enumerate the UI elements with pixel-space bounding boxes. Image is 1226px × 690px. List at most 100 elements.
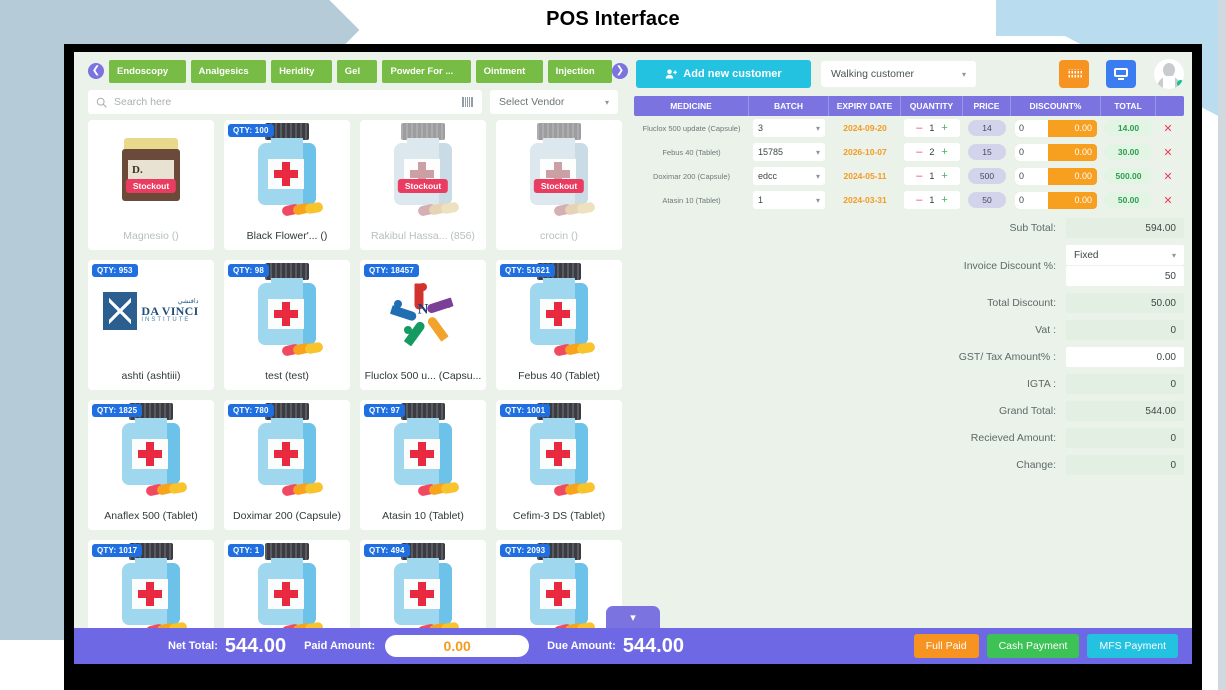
cart-medicine-name: Atasin 10 (Tablet) [662,195,721,205]
column-header-discount: DISCOUNT% [1011,96,1101,116]
cart-discount-field[interactable]: 0 0.00 [1015,191,1097,209]
cart-batch-value: 3 [758,123,764,133]
cart-expiry-date: 2024-03-31 [843,195,887,205]
igta-value: 0 [1066,374,1184,394]
invoice-discount-input[interactable]: 50 [1066,266,1184,286]
quantity-increment-button[interactable]: + [941,194,947,206]
cart-discount-field[interactable]: 0 0.00 [1015,167,1097,185]
product-bottle-image [112,543,190,639]
cash-payment-button[interactable]: Cash Payment [986,634,1080,658]
product-image-area: QTY: 51621 [496,260,622,362]
category-tab-ointment[interactable]: Ointment [475,59,543,83]
cart-batch-select[interactable]: edcc ▾ [753,167,825,185]
cart-batch-value: 15785 [758,147,784,157]
cart-discount-input[interactable]: 0 [1015,143,1048,161]
cart-batch-select[interactable]: 15785 ▾ [753,143,825,161]
cart-discount-field[interactable]: 0 0.00 [1015,119,1097,137]
cart-quantity-value: 1 [929,123,935,133]
product-card[interactable]: QTY: 780 Doximar 200 (Capsule) [224,400,350,530]
category-tab-bar: ❮ Endoscopy Analgesics Heridity Gel Powd… [74,58,630,84]
cart-discount-input[interactable]: 0 [1015,191,1048,209]
product-card[interactable]: QTY: 1001 Cefim-3 DS (Tablet) [496,400,622,530]
cart-row-delete-button[interactable]: ✕ [1156,146,1180,159]
cart-quantity-stepper[interactable]: –2 + [904,143,960,161]
product-card[interactable]: Stockout Rakibul Hassa... (856) [360,120,486,250]
product-card[interactable]: QTY: 953 دافنشي DA VINCI INSTITUTE ashti (as… [88,260,214,390]
category-tab-analgesics[interactable]: Analgesics [190,59,267,83]
search-input[interactable] [114,96,455,108]
column-header-quantity: QUANTITY [901,96,963,116]
category-tab-gel[interactable]: Gel [336,59,378,83]
product-card[interactable]: D. Stockout Magnesio () [88,120,214,250]
product-name: Febus 40 (Tablet) [518,370,600,382]
stockout-badge: Stockout [125,179,177,194]
product-qty-badge: QTY: 1 [228,544,265,557]
category-tab-endoscopy[interactable]: Endoscopy [109,59,186,83]
quantity-increment-button[interactable]: + [941,170,947,182]
cart-batch-select[interactable]: 3 ▾ [753,119,825,137]
mfs-payment-button[interactable]: MFS Payment [1087,634,1178,658]
products-pane: ❮ Endoscopy Analgesics Heridity Gel Powd… [74,52,630,664]
barcode-icon[interactable] [462,97,474,107]
add-new-customer-button[interactable]: Add new customer [636,60,811,88]
quantity-decrement-button[interactable]: – [916,170,922,182]
gst-input[interactable]: 0.00 [1066,347,1184,367]
category-tab-powder-for[interactable]: Powder For ... [382,59,471,83]
cart-quantity-stepper[interactable]: –1 + [904,191,960,209]
quantity-increment-button[interactable]: + [941,146,947,158]
keyboard-button[interactable] [1059,60,1089,88]
avatar[interactable] [1154,59,1184,89]
display-button[interactable] [1106,60,1136,88]
search-box[interactable] [88,90,482,114]
cart-row-delete-button[interactable]: ✕ [1156,122,1180,135]
cart-discount-input[interactable]: 0 [1015,167,1048,185]
category-tab-heridity[interactable]: Heridity [271,59,332,83]
product-card[interactable]: QTY: 100 Black Flower'... () [224,120,350,250]
product-card[interactable]: QTY: 1825 Anaflex 500 (Tablet) [88,400,214,530]
full-paid-button[interactable]: Full Paid [913,634,979,658]
vendor-select[interactable]: Select Vendor ▾ [490,90,618,114]
category-tab-injection[interactable]: Injection [547,59,613,83]
product-image-area: QTY: 18457 N [360,260,486,362]
paid-amount-input[interactable]: 0.00 [385,635,530,657]
product-qty-badge: QTY: 98 [228,264,270,277]
quantity-decrement-button[interactable]: – [916,194,922,206]
cart-quantity-stepper[interactable]: –1 + [904,167,960,185]
category-next-button[interactable]: ❯ [612,63,628,79]
sub-total-label: Sub Total: [1009,222,1056,234]
product-card[interactable]: QTY: 98 test (test) [224,260,350,390]
column-header-medicine: MEDICINE [634,96,749,116]
cart-row-delete-button[interactable]: ✕ [1156,194,1180,207]
category-prev-button[interactable]: ❮ [88,63,104,79]
cart-table-header: MEDICINE BATCH EXPIRY DATE QUANTITY PRIC… [634,96,1184,116]
quantity-increment-button[interactable]: + [941,122,947,134]
quantity-decrement-button[interactable]: – [916,122,922,134]
product-card[interactable]: QTY: 97 Atasin 10 (Tablet) [360,400,486,530]
cart-discount-field[interactable]: 0 0.00 [1015,143,1097,161]
cart-quantity-stepper[interactable]: –1 + [904,119,960,137]
customer-select[interactable]: Walking customer ▾ [821,61,976,87]
collapse-toggle-button[interactable]: ▾ [606,606,660,628]
cart-row: Atasin 10 (Tablet) 1 ▾ 2024-03-31–1 +50 0 0.00… [634,188,1184,212]
change-value: 0 [1066,455,1184,475]
invoice-discount-row: Invoice Discount %: Fixed ▾ 50 [854,245,1184,286]
product-logo-image: دافنشي DA VINCI INSTITUTE [103,276,199,346]
chevron-down-icon: ▾ [815,147,820,157]
cart-discount-input[interactable]: 0 [1015,119,1048,137]
product-card[interactable]: QTY: 18457 N Fluclox 500 u... (Capsu... [360,260,486,390]
product-name: Anaflex 500 (Tablet) [104,510,198,522]
product-qty-badge: QTY: 97 [364,404,406,417]
product-grid-scroll[interactable]: D. Stockout Magnesio () QTY: 100 Black Flowe… [88,120,622,664]
product-card[interactable]: Stockout crocin () [496,120,622,250]
sub-total-value: 594.00 [1066,218,1184,238]
quantity-decrement-button[interactable]: – [916,146,922,158]
grand-total-label: Grand Total: [998,405,1056,417]
chevron-down-icon: ▾ [961,69,966,79]
product-name: Atasin 10 (Tablet) [382,510,464,522]
due-amount-label: Due Amount: [547,640,616,652]
cart-expiry-date: 2024-09-20 [843,123,887,133]
cart-row-delete-button[interactable]: ✕ [1156,170,1180,183]
cart-batch-select[interactable]: 1 ▾ [753,191,825,209]
invoice-discount-type-select[interactable]: Fixed ▾ [1066,245,1184,265]
product-card[interactable]: QTY: 51621 Febus 40 (Tablet) [496,260,622,390]
